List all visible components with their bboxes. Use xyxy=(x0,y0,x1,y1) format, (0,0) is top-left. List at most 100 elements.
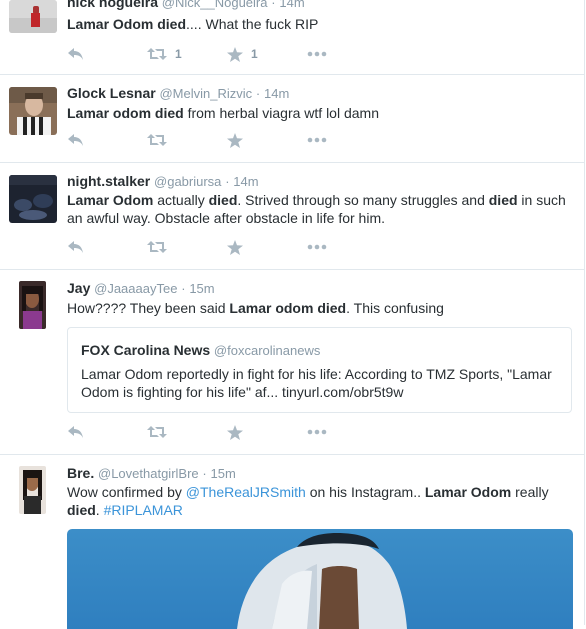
more-icon xyxy=(307,244,327,250)
timestamp[interactable]: 14m xyxy=(233,174,258,189)
tweet-text: Lamar odom died from herbal viagra wtf l… xyxy=(67,104,572,122)
text-part: . This confusing xyxy=(346,300,444,316)
reply-button[interactable] xyxy=(67,133,147,147)
keyword: died xyxy=(208,192,238,208)
separator: · xyxy=(255,86,261,101)
favorite-button[interactable]: 1 xyxy=(227,46,307,62)
reply-icon xyxy=(68,241,83,253)
tweet-text: Lamar Odom actually died. Strived throug… xyxy=(67,191,572,227)
hashtag-link[interactable]: #RIPLAMAR xyxy=(104,502,183,518)
avatar-image xyxy=(9,0,57,33)
reply-icon xyxy=(68,134,83,146)
username[interactable]: @LovethatgirlBre xyxy=(98,466,199,481)
fullname[interactable]: Glock Lesnar xyxy=(67,85,156,101)
tweet-actions: 1 1 xyxy=(67,46,387,62)
reply-button[interactable] xyxy=(67,240,147,254)
tweet-actions xyxy=(67,424,387,440)
text-part: .... What the fuck RIP xyxy=(186,16,319,32)
keyword: died xyxy=(67,502,96,518)
tweet-header: Jay @JaaaaayTee · 15m xyxy=(67,280,572,297)
separator: · xyxy=(181,281,186,296)
text-part: How???? They been said xyxy=(67,300,230,316)
reply-icon xyxy=(68,48,83,60)
keyword: Lamar Odom xyxy=(67,192,154,208)
mention-link[interactable]: @TheRealJRSmith xyxy=(186,484,306,500)
retweet-button[interactable] xyxy=(147,133,227,147)
separator: · xyxy=(202,466,207,481)
quoted-tweet[interactable]: FOX Carolina News @foxcarolinanews Lamar… xyxy=(67,327,572,413)
more-icon xyxy=(307,137,327,143)
username[interactable]: @Melvin_Rizvic xyxy=(159,86,252,101)
separator: · xyxy=(271,0,276,10)
username[interactable]: @gabriursa xyxy=(154,174,221,189)
avatar-image xyxy=(19,466,46,514)
more-button[interactable] xyxy=(307,429,387,435)
more-icon xyxy=(307,51,327,57)
tweet-header: nick nogueira @Nick__Nogueira · 14m xyxy=(67,0,572,11)
text-part: from herbal viagra wtf lol damn xyxy=(183,105,379,121)
tweet-text: How???? They been said Lamar odom died. … xyxy=(67,299,572,317)
avatar[interactable] xyxy=(9,0,57,33)
more-button[interactable] xyxy=(307,137,387,143)
quote-fullname: FOX Carolina News xyxy=(81,342,211,358)
retweet-icon xyxy=(147,426,167,438)
avatar[interactable] xyxy=(9,87,57,135)
avatar[interactable] xyxy=(19,281,46,329)
avatar-image xyxy=(9,87,57,135)
retweet-button[interactable]: 1 xyxy=(147,47,227,61)
username[interactable]: @Nick__Nogueira xyxy=(162,0,268,10)
tweet-actions xyxy=(67,132,387,148)
text-part: on his Instagram.. xyxy=(305,484,425,500)
timestamp[interactable]: 15m xyxy=(211,466,236,481)
star-icon xyxy=(227,132,243,148)
fullname[interactable]: Bre. xyxy=(67,465,94,481)
star-icon xyxy=(227,239,243,255)
reply-button[interactable] xyxy=(67,47,147,61)
favorite-button[interactable] xyxy=(227,424,307,440)
timestamp[interactable]: 14m xyxy=(264,86,289,101)
tweet[interactable]: nick nogueira @Nick__Nogueira · 14m Lama… xyxy=(0,0,585,75)
photo-image xyxy=(67,529,573,629)
avatar-image xyxy=(19,281,46,329)
text-part: actually xyxy=(153,192,209,208)
avatar[interactable] xyxy=(9,175,57,223)
fullname[interactable]: night.stalker xyxy=(67,173,150,189)
retweet-count: 1 xyxy=(175,47,182,61)
tweet[interactable]: night.stalker @gabriursa · 14m Lamar Odo… xyxy=(0,163,585,270)
timestamp[interactable]: 15m xyxy=(189,281,214,296)
more-icon xyxy=(307,429,327,435)
favorite-button[interactable] xyxy=(227,132,307,148)
keyword: Lamar odom died xyxy=(67,105,184,121)
avatar-image xyxy=(9,175,57,223)
tweet[interactable]: Jay @JaaaaayTee · 15m How???? They been … xyxy=(0,270,585,455)
media-photo[interactable] xyxy=(67,529,573,629)
keyword: died xyxy=(488,192,518,208)
avatar[interactable] xyxy=(19,466,46,514)
fullname[interactable]: Jay xyxy=(67,280,90,296)
text-part: . xyxy=(95,502,104,518)
text-part: really xyxy=(511,484,549,500)
quote-text: Lamar Odom reportedly in fight for his l… xyxy=(81,366,552,400)
more-button[interactable] xyxy=(307,244,387,250)
favorite-count: 1 xyxy=(251,47,258,61)
tweet[interactable]: Glock Lesnar @Melvin_Rizvic · 14m Lamar … xyxy=(0,75,585,163)
retweet-button[interactable] xyxy=(147,240,227,254)
more-button[interactable] xyxy=(307,51,387,57)
reply-button[interactable] xyxy=(67,425,147,439)
tweet-actions xyxy=(67,239,387,255)
username[interactable]: @JaaaaayTee xyxy=(94,281,177,296)
tweet-text: Lamar Odom died.... What the fuck RIP xyxy=(67,15,572,33)
timestamp[interactable]: 14m xyxy=(279,0,304,10)
separator: · xyxy=(225,174,230,189)
quote-header: FOX Carolina News @foxcarolinanews xyxy=(81,342,320,358)
tweet-header: Bre. @LovethatgirlBre · 15m xyxy=(67,465,572,482)
retweet-button[interactable] xyxy=(147,425,227,439)
retweet-icon xyxy=(147,48,167,60)
keyword: Lamar odom died xyxy=(229,300,347,316)
text-part: Wow confirmed by xyxy=(67,484,186,500)
favorite-button[interactable] xyxy=(227,239,307,255)
fullname[interactable]: nick nogueira xyxy=(67,0,158,10)
retweet-icon xyxy=(147,134,167,146)
quote-username: @foxcarolinanews xyxy=(213,343,321,358)
tweet-text: Wow confirmed by @TheRealJRSmith on his … xyxy=(67,483,572,519)
